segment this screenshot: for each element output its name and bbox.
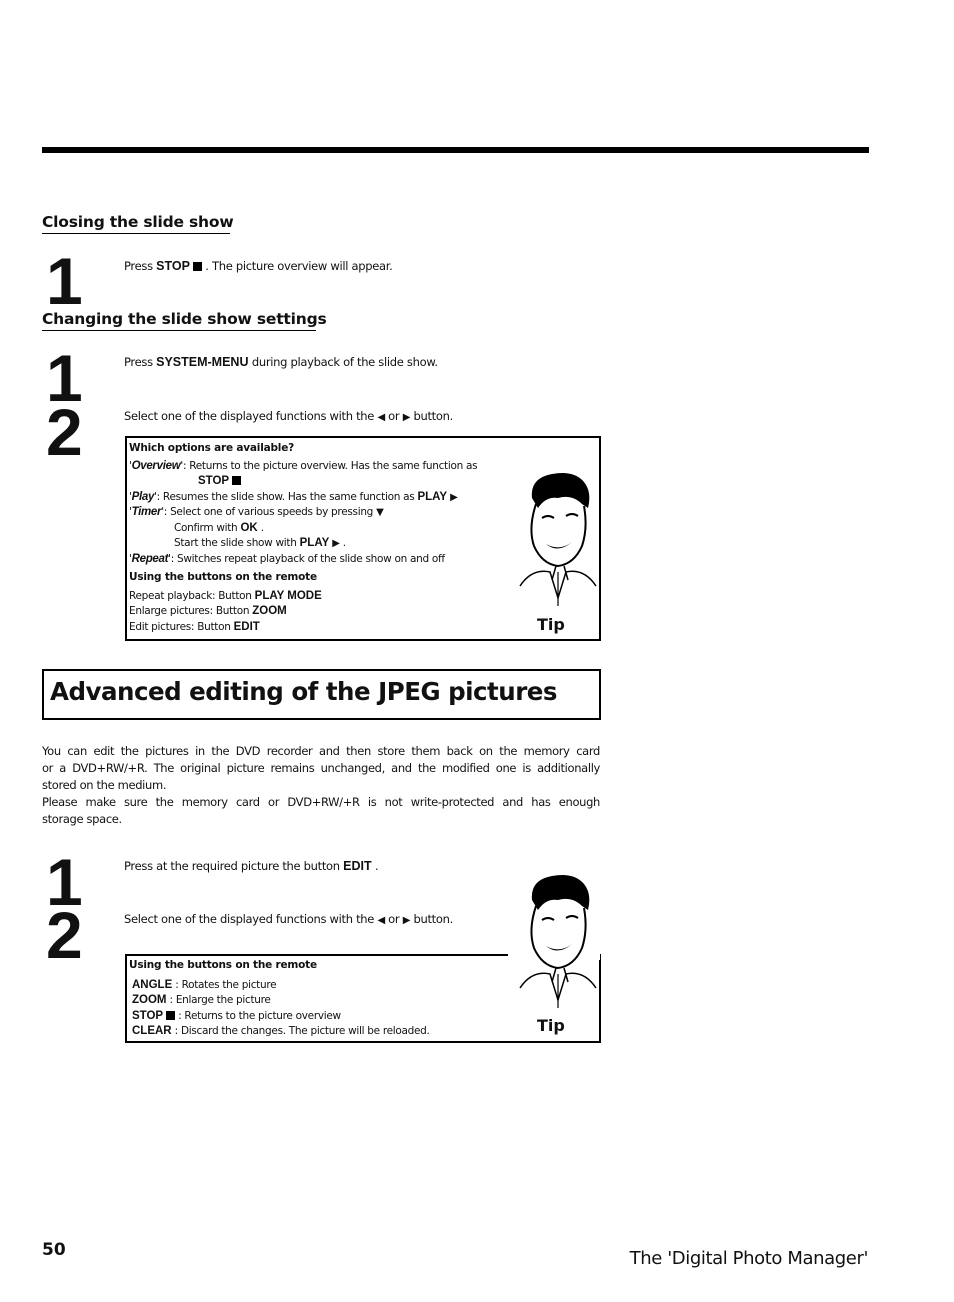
step-text: button. bbox=[410, 409, 453, 423]
section-title-closing-slide-show: Closing the slide show bbox=[42, 213, 234, 234]
step-number: 1 bbox=[46, 244, 83, 318]
right-arrow-icon: ▶ bbox=[402, 412, 411, 423]
step-text: Select one of the displayed functions wi… bbox=[124, 912, 378, 926]
stop-key: STOP bbox=[132, 1009, 164, 1022]
step-text: Select one of the displayed functions wi… bbox=[124, 409, 378, 423]
step-text: Press bbox=[124, 355, 157, 369]
option-name: Play bbox=[131, 490, 155, 503]
step-instruction: Press at the required picture the button… bbox=[124, 859, 379, 873]
left-arrow-icon: ◀ bbox=[377, 915, 385, 926]
zoom-key: ZOOM bbox=[252, 605, 287, 617]
ok-key: OK bbox=[240, 521, 258, 534]
tip-label: Tip bbox=[537, 1016, 565, 1035]
option-desc: : Returns to the picture overview. Has t… bbox=[182, 459, 478, 472]
step-number: 2 bbox=[46, 898, 83, 972]
play-icon: ▶ bbox=[450, 491, 458, 503]
remote-item: Edit pictures: Button EDIT bbox=[129, 620, 477, 636]
option-desc: . bbox=[257, 521, 264, 534]
page-number: 50 bbox=[42, 1240, 66, 1260]
system-menu-key: SYSTEM-MENU bbox=[156, 355, 249, 369]
left-arrow-icon: ◀ bbox=[377, 412, 385, 423]
step-text: or bbox=[384, 409, 403, 423]
edit-key: EDIT bbox=[233, 620, 260, 633]
tip-mascot-icon bbox=[519, 473, 597, 606]
option-overview: 'Overview': Returns to the picture overv… bbox=[129, 459, 478, 472]
remote-item: Enlarge pictures: Button ZOOM bbox=[129, 604, 477, 620]
step-text: button. bbox=[410, 912, 453, 926]
remote-item: ANGLE : Rotates the picture bbox=[129, 978, 430, 994]
option-timer-start: Start the slide show with PLAY ▶ . bbox=[129, 536, 477, 552]
paragraph-line: storage space. bbox=[42, 812, 122, 826]
clear-key: CLEAR bbox=[132, 1025, 172, 1037]
chapter-title: The 'Digital Photo Manager' bbox=[629, 1248, 869, 1269]
option-name: Overview bbox=[131, 459, 181, 472]
paragraph-line: Please make sure the memory card or DVD+… bbox=[42, 795, 600, 809]
option-desc: : Switches repeat playback of the slide … bbox=[170, 552, 445, 565]
angle-key: ANGLE bbox=[132, 978, 173, 991]
remote-item: Repeat playback: Button PLAY MODE bbox=[129, 589, 477, 605]
step-text: Press at the required picture the button bbox=[124, 859, 344, 873]
option-play: 'Play': Resumes the slide show. Has the … bbox=[129, 490, 458, 503]
option-name: Repeat bbox=[131, 552, 169, 565]
remote-desc: : Discard the changes. The picture will … bbox=[171, 1025, 430, 1037]
edit-key: EDIT bbox=[343, 859, 372, 873]
option-desc: Start the slide show with bbox=[174, 537, 300, 549]
step-text: Press bbox=[124, 259, 157, 273]
paragraph-line: stored on the medium. bbox=[42, 778, 167, 792]
play-key: PLAY bbox=[417, 490, 448, 503]
option-desc: : Select one of various speeds by pressi… bbox=[163, 506, 377, 518]
stop-key: STOP bbox=[198, 475, 230, 487]
paragraph-line: You can edit the pictures in the DVD rec… bbox=[42, 744, 600, 758]
step-text: or bbox=[384, 912, 403, 926]
play-key: PLAY bbox=[299, 537, 330, 549]
remote-item: ZOOM : Enlarge the picture bbox=[129, 993, 430, 1009]
step-text: during playback of the slide show. bbox=[248, 355, 438, 369]
intro-paragraph: You can edit the pictures in the DVD rec… bbox=[42, 743, 600, 828]
stop-icon bbox=[166, 1010, 176, 1020]
tip-label: Tip bbox=[537, 615, 565, 634]
tip-mascot-icon bbox=[519, 875, 597, 1008]
stop-icon bbox=[192, 262, 202, 271]
tip-heading: Using the buttons on the remote bbox=[129, 959, 317, 971]
option-overview-key: STOP bbox=[129, 474, 477, 490]
option-desc: : Resumes the slide show. Has the same f… bbox=[156, 490, 418, 503]
remote-item: CLEAR : Discard the changes. The picture… bbox=[129, 1024, 430, 1040]
remote-desc: : Enlarge the picture bbox=[166, 994, 271, 1006]
step-number: 2 bbox=[46, 395, 83, 469]
down-arrow-icon: ▼ bbox=[376, 507, 384, 518]
zoom-key: ZOOM bbox=[132, 994, 167, 1006]
step-instruction: Press SYSTEM-MENU during playback of the… bbox=[124, 355, 438, 369]
option-repeat: 'Repeat': Switches repeat playback of th… bbox=[129, 552, 445, 565]
play-mode-key: PLAY MODE bbox=[254, 589, 322, 602]
remote-item: STOP : Returns to the picture overview bbox=[129, 1009, 430, 1025]
option-timer: 'Timer': Select one of various speeds by… bbox=[129, 506, 384, 518]
step-instruction: Press STOP . The picture overview will a… bbox=[124, 259, 393, 273]
tip-box-content: Using the buttons on the remote ANGLE : … bbox=[129, 958, 430, 1040]
stop-key: STOP bbox=[156, 259, 190, 273]
option-name: Timer bbox=[131, 506, 162, 518]
step-instruction: Select one of the displayed functions wi… bbox=[124, 912, 453, 926]
step-text: . The picture overview will appear. bbox=[201, 259, 393, 273]
chapter-heading: Advanced editing of the JPEG pictures bbox=[50, 677, 557, 706]
remote-desc: : Returns to the picture overview bbox=[175, 1009, 341, 1022]
option-desc: Confirm with bbox=[174, 521, 241, 534]
remote-desc: : Rotates the picture bbox=[172, 978, 277, 991]
tip-box-content: Which options are available? 'Overview':… bbox=[129, 441, 478, 636]
paragraph-line: or a DVD+RW/+R. The original picture rem… bbox=[42, 761, 600, 775]
header-rule bbox=[42, 147, 869, 153]
option-desc: . bbox=[339, 537, 346, 549]
option-timer-confirm: Confirm with OK . bbox=[129, 521, 477, 537]
section-title-changing-settings: Changing the slide show settings bbox=[42, 310, 327, 331]
remote-heading: Using the buttons on the remote bbox=[129, 571, 317, 583]
right-arrow-icon: ▶ bbox=[402, 915, 411, 926]
remote-label: Repeat playback: Button bbox=[129, 589, 255, 602]
play-icon: ▶ bbox=[332, 538, 340, 549]
step-text: . bbox=[371, 859, 379, 873]
stop-icon bbox=[232, 476, 242, 485]
remote-label: Enlarge pictures: Button bbox=[129, 605, 253, 617]
remote-label: Edit pictures: Button bbox=[129, 620, 234, 633]
tip-heading: Which options are available? bbox=[129, 442, 295, 454]
step-instruction: Select one of the displayed functions wi… bbox=[124, 409, 453, 423]
